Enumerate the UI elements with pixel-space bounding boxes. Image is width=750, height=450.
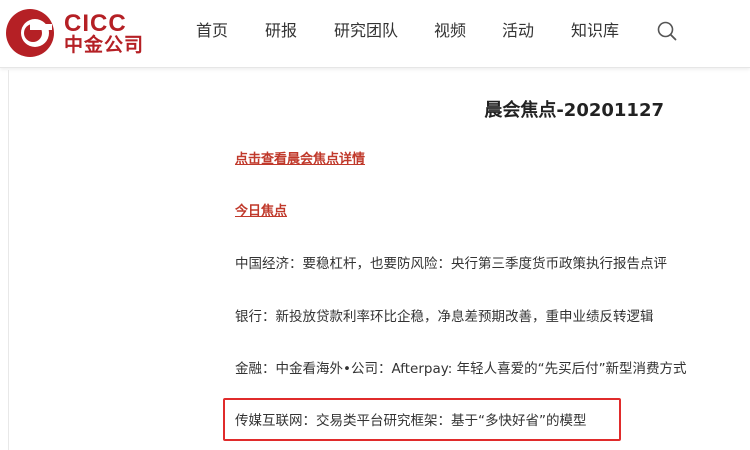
detail-link[interactable]: 点击查看晨会焦点详情 — [235, 148, 365, 167]
brand-name-cn: 中金公司 — [64, 34, 145, 56]
focus-item-banking: 银行：新投放贷款利率环比企稳，净息差预期改善，重申业绩反转逻辑 — [235, 309, 654, 325]
article-title: 晨会焦点-20201127 — [484, 100, 664, 121]
content-divider — [8, 70, 9, 450]
nav-item-knowledge-base[interactable]: 知识库 — [571, 18, 619, 44]
focus-item-finance: 金融：中金看海外•公司：Afterpay: 年轻人喜爱的“先买后付”新型消费方式 — [235, 361, 687, 377]
today-focus-link[interactable]: 今日焦点 — [235, 200, 287, 219]
cicc-logo[interactable]: CICC 中金公司 — [4, 6, 144, 58]
search-icon[interactable] — [656, 20, 678, 42]
nav-item-research-team[interactable]: 研究团队 — [334, 18, 398, 44]
nav-item-events[interactable]: 活动 — [502, 18, 534, 44]
nav-item-home[interactable]: 首页 — [196, 18, 228, 44]
nav-item-research[interactable]: 研报 — [265, 18, 297, 44]
brand-name-en: CICC — [64, 10, 127, 37]
cicc-logo-icon — [6, 9, 54, 57]
nav-item-video[interactable]: 视频 — [434, 18, 466, 44]
focus-item-china-economy: 中国经济：要稳杠杆，也要防风险：央行第三季度货币政策执行报告点评 — [235, 256, 667, 272]
top-navigation-bar: CICC 中金公司 首页 研报 研究团队 视频 活动 知识库 — [0, 0, 750, 68]
highlight-box — [223, 398, 621, 441]
